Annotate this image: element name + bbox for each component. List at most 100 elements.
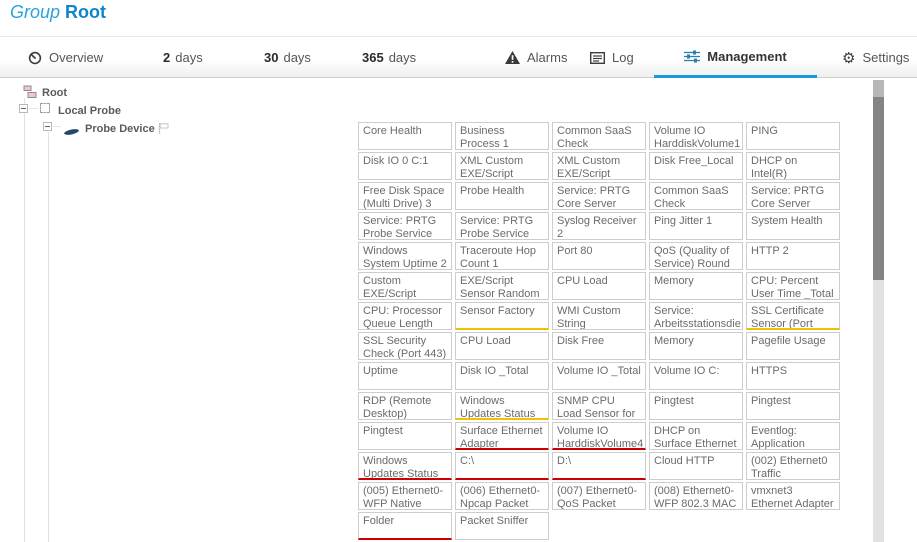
sensor-box[interactable]: PING xyxy=(746,122,840,150)
scrollbar-thumb[interactable] xyxy=(873,97,884,280)
sensor-box[interactable]: HTTP 2 xyxy=(746,242,840,270)
tree-connector-line xyxy=(48,132,49,542)
tree-item-local-probe[interactable]: Local Probe xyxy=(58,105,121,118)
sensor-box[interactable]: Service: PRTG Probe Service xyxy=(455,212,549,240)
sensor-box[interactable]: QoS (Quality of Service) Round Trip xyxy=(649,242,743,270)
sensor-box[interactable]: Service: PRTG Core Server Service xyxy=(552,182,646,210)
sensor-box[interactable]: Common SaaS Check xyxy=(552,122,646,150)
sensor-box[interactable]: Windows Updates Status xyxy=(455,392,549,420)
tab-label: Management xyxy=(707,49,786,64)
sensor-box[interactable]: Volume IO C: xyxy=(649,362,743,390)
sensor-box[interactable]: CPU: Processor Queue Length xyxy=(358,302,452,330)
tab-2-days[interactable]: 2 days xyxy=(163,37,203,78)
tab-30-days[interactable]: 30 days xyxy=(264,37,311,78)
page-title: GroupRoot xyxy=(10,2,106,23)
tab-label: Settings xyxy=(862,50,909,65)
sensor-box[interactable]: Core Health xyxy=(358,122,452,150)
sensor-box[interactable]: XML Custom EXE/Script Sensor xyxy=(455,152,549,180)
sensor-box[interactable]: Volume IO HarddiskVolume1 xyxy=(649,122,743,150)
tab-management[interactable]: Management xyxy=(654,37,817,78)
sensor-box[interactable]: Disk IO _Total xyxy=(455,362,549,390)
sensor-box[interactable]: (005) Ethernet0-WFP Native MAC xyxy=(358,482,452,510)
sensor-box[interactable]: Memory xyxy=(649,332,743,360)
sensor-box[interactable]: (002) Ethernet0 Traffic xyxy=(746,452,840,480)
sensor-box[interactable]: Port 80 xyxy=(552,242,646,270)
sensor-box[interactable]: Syslog Receiver 2 xyxy=(552,212,646,240)
tab-label: days xyxy=(283,50,310,65)
object-type-label: Group xyxy=(10,2,60,22)
sensor-box[interactable]: Business Process 1 xyxy=(455,122,549,150)
tab-number: 365 xyxy=(362,50,384,65)
tab-label: Overview xyxy=(49,50,103,65)
tree-collapse-toggle[interactable] xyxy=(19,104,28,113)
sensor-box[interactable]: Sensor Factory xyxy=(455,302,549,330)
tab-label: Alarms xyxy=(527,50,567,65)
sensor-box[interactable]: DHCP on Intel(R) PRO/1000 MT xyxy=(746,152,840,180)
sensor-box[interactable]: EXE/Script Sensor Random number xyxy=(455,272,549,300)
sensor-box[interactable]: Pingtest xyxy=(358,422,452,450)
sensor-box[interactable]: (008) Ethernet0-WFP 802.3 MAC xyxy=(649,482,743,510)
sensor-box[interactable]: DHCP on Surface Ethernet Adapter xyxy=(649,422,743,450)
sensor-box[interactable]: Probe Health xyxy=(455,182,549,210)
tab-365-days[interactable]: 365 days xyxy=(362,37,416,78)
sensor-box[interactable]: Free Disk Space (Multi Drive) 3 xyxy=(358,182,452,210)
sensor-box[interactable]: CPU: Percent User Time _Total xyxy=(746,272,840,300)
sensor-box[interactable]: vmxnet3 Ethernet Adapter xyxy=(746,482,840,510)
sensor-box[interactable]: Ping Jitter 1 xyxy=(649,212,743,240)
sensor-box[interactable]: Windows System Uptime 2 xyxy=(358,242,452,270)
sensor-box[interactable]: WMI Custom String xyxy=(552,302,646,330)
tree-item-root[interactable]: Root xyxy=(42,87,67,100)
sensor-box[interactable]: C:\ xyxy=(455,452,549,480)
gauge-icon xyxy=(28,51,42,65)
sensor-box[interactable]: Windows Updates Status xyxy=(358,452,452,480)
tree-item-probe-device[interactable]: Probe Device xyxy=(85,123,155,136)
tab-label: days xyxy=(175,50,202,65)
sensor-box[interactable]: Traceroute Hop Count 1 xyxy=(455,242,549,270)
sensor-box[interactable]: Eventlog: Application xyxy=(746,422,840,450)
probe-icon xyxy=(40,103,50,113)
sensor-box[interactable]: Disk Free xyxy=(552,332,646,360)
tab-log[interactable]: Log xyxy=(590,37,634,78)
sensor-box[interactable]: Pingtest xyxy=(746,392,840,420)
group-icon xyxy=(23,85,37,104)
sensor-box[interactable]: Volume IO HarddiskVolume4 xyxy=(552,422,646,450)
sensor-box[interactable]: Packet Sniffer xyxy=(455,512,549,540)
sensor-box[interactable]: Memory xyxy=(649,272,743,300)
log-list-icon xyxy=(590,52,605,64)
sensor-box[interactable]: (007) Ethernet0-QoS Packet xyxy=(552,482,646,510)
sensor-box[interactable]: SSL Certificate Sensor (Port 443) xyxy=(746,302,840,330)
sensor-box[interactable]: SNMP CPU Load Sensor for Asako xyxy=(552,392,646,420)
sensor-box[interactable]: Disk IO 0 C:1 xyxy=(358,152,452,180)
sensor-box[interactable]: Service: Arbeitsstationsdie... xyxy=(649,302,743,330)
sliders-icon xyxy=(684,50,700,63)
sensor-box[interactable]: Disk Free_Local xyxy=(649,152,743,180)
tab-settings[interactable]: ⚙ Settings xyxy=(842,37,909,78)
sensor-box[interactable]: Service: PRTG Core Server Service xyxy=(746,182,840,210)
sensor-box[interactable]: Cloud HTTP xyxy=(649,452,743,480)
scrollbar-cap[interactable] xyxy=(873,80,884,97)
sensor-box[interactable]: Volume IO _Total xyxy=(552,362,646,390)
sensor-box[interactable]: XML Custom EXE/Script Sensor xyxy=(552,152,646,180)
alarm-triangle-icon xyxy=(505,51,520,64)
sensor-box[interactable]: Pagefile Usage xyxy=(746,332,840,360)
sensor-box[interactable]: Surface Ethernet Adapter xyxy=(455,422,549,450)
tab-label: days xyxy=(389,50,416,65)
tab-overview[interactable]: Overview xyxy=(28,37,103,78)
sensor-box[interactable]: Pingtest xyxy=(649,392,743,420)
sensor-box[interactable]: (006) Ethernet0-Npcap Packet xyxy=(455,482,549,510)
sensor-box[interactable]: RDP (Remote Desktop) xyxy=(358,392,452,420)
sensor-box[interactable]: CPU Load xyxy=(455,332,549,360)
sensor-box[interactable]: System Health xyxy=(746,212,840,240)
sensor-box[interactable]: CPU Load xyxy=(552,272,646,300)
sensor-box[interactable]: Uptime xyxy=(358,362,452,390)
tab-alarms[interactable]: Alarms xyxy=(505,37,567,78)
sensor-box[interactable]: Service: PRTG Probe Service xyxy=(358,212,452,240)
sensor-box[interactable]: HTTPS xyxy=(746,362,840,390)
sensor-box[interactable]: Custom EXE/Script Sensor 1 xyxy=(358,272,452,300)
sensor-box[interactable]: SSL Security Check (Port 443) xyxy=(358,332,452,360)
sensor-box[interactable]: Folder xyxy=(358,512,452,540)
sensor-box[interactable]: Common SaaS Check xyxy=(649,182,743,210)
sensor-box[interactable]: D:\ xyxy=(552,452,646,480)
tree-collapse-toggle[interactable] xyxy=(43,122,52,131)
priority-flag-icon[interactable] xyxy=(158,122,170,140)
